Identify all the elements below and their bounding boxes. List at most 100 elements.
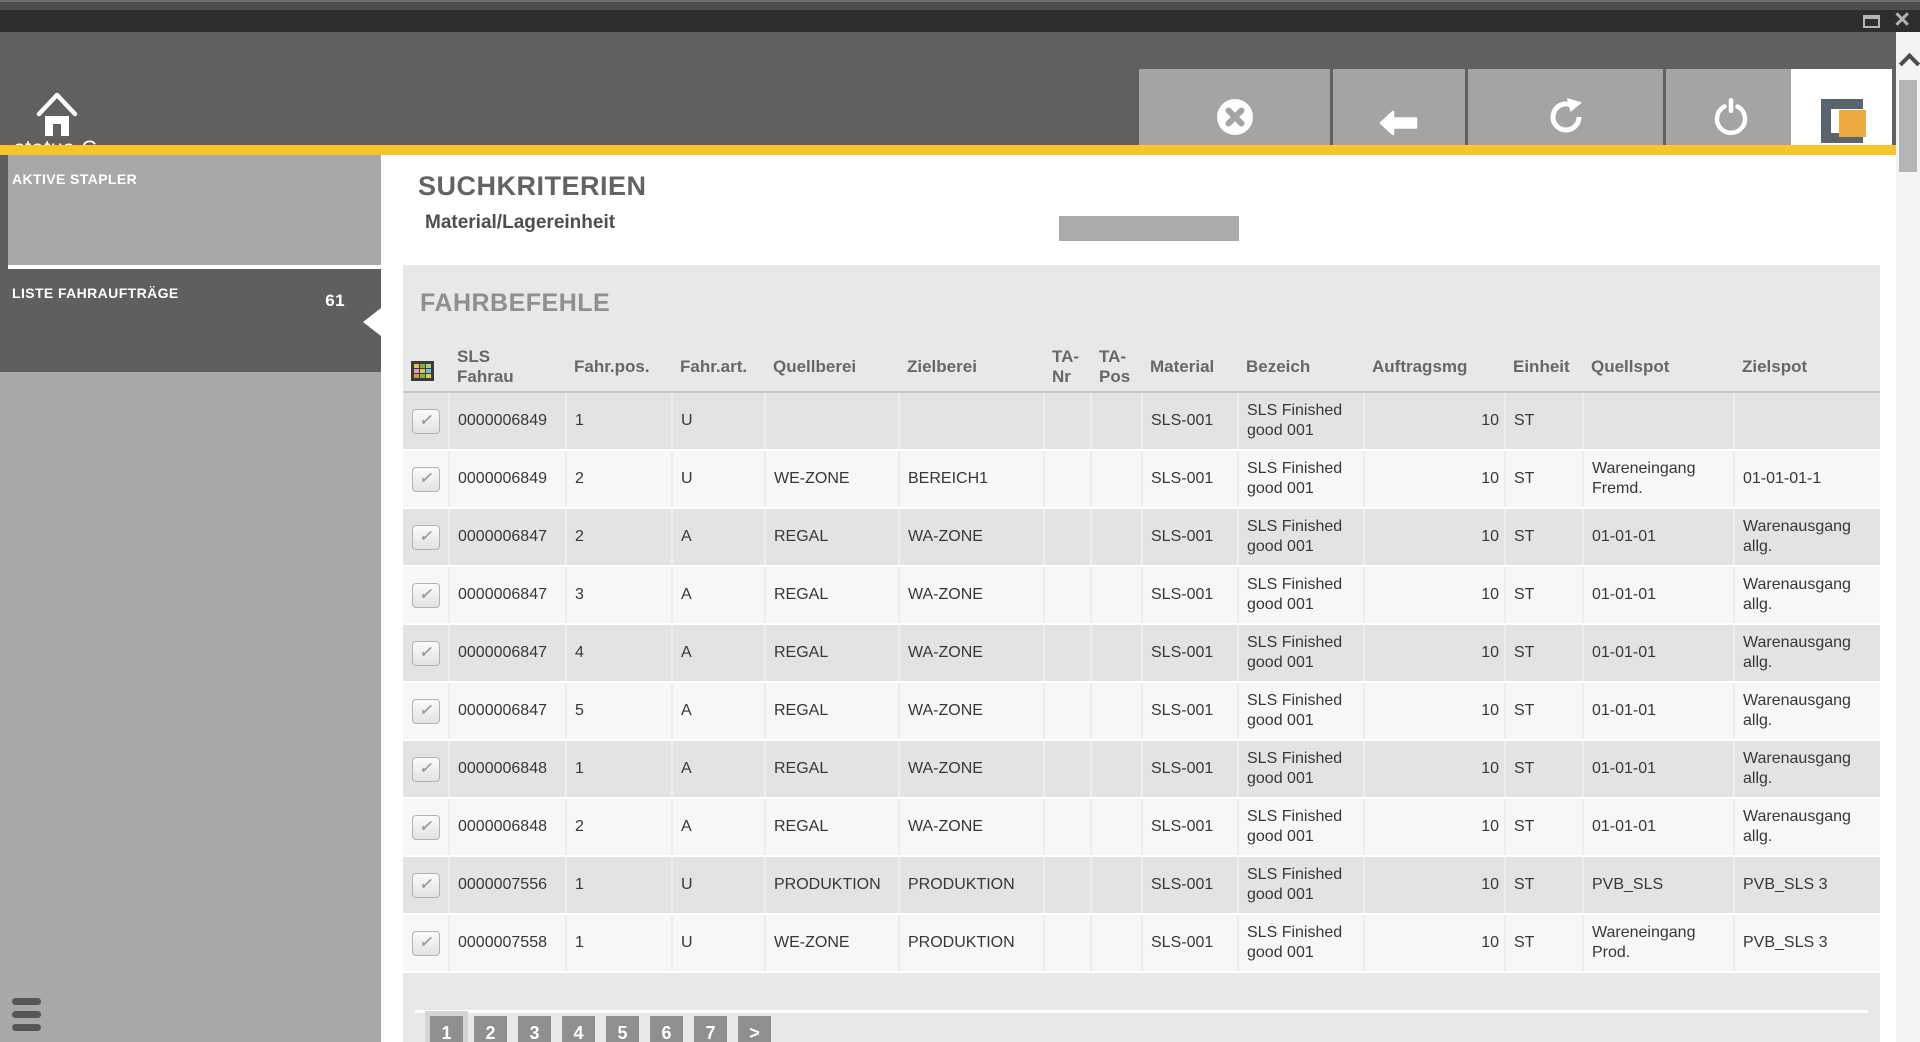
cell-ta-pos xyxy=(1091,392,1142,450)
cancel-circle-icon xyxy=(1216,98,1254,139)
cell-quellspot: 01-01-01 xyxy=(1583,566,1734,624)
cell-bezeich: SLS Finished good 001 xyxy=(1238,508,1364,566)
column-header-fahr-art: Fahr.art. xyxy=(672,343,765,392)
cell-ta-nr xyxy=(1044,798,1091,856)
checkbox-check-icon: ✓ xyxy=(419,469,432,489)
main-content: SUCHKRITERIEN Material/Lagereinheit FAHR… xyxy=(381,155,1896,1042)
cell-quellberei: REGAL xyxy=(765,740,899,798)
row-checkbox[interactable]: ✓ xyxy=(412,583,440,608)
cell-material: SLS-001 xyxy=(1142,624,1238,682)
table-row[interactable]: ✓00000068475AREGALWA-ZONESLS-001SLS Fini… xyxy=(403,682,1880,740)
cell-einheit: ST xyxy=(1505,856,1583,914)
row-checkbox[interactable]: ✓ xyxy=(412,699,440,724)
table-row[interactable]: ✓00000068482AREGALWA-ZONESLS-001SLS Fini… xyxy=(403,798,1880,856)
cell-zielspot: PVB_SLS 3 xyxy=(1734,856,1880,914)
orders-table-wrap: SLSFahrauFahr.pos.Fahr.art.QuellbereiZie… xyxy=(403,343,1880,973)
cell-select: ✓ xyxy=(403,798,449,856)
cell-fahr-pos: 2 xyxy=(566,798,672,856)
vertical-scrollbar[interactable] xyxy=(1896,32,1920,1042)
cell-auftragsmg: 10 xyxy=(1364,740,1505,798)
cell-bezeich: SLS Finished good 001 xyxy=(1238,798,1364,856)
row-checkbox[interactable]: ✓ xyxy=(412,409,440,434)
fahrbefehle-title: FAHRBEFEHLE xyxy=(420,289,610,318)
cell-auftragsmg: 10 xyxy=(1364,682,1505,740)
scroll-up-icon[interactable] xyxy=(1899,53,1920,74)
sidebar: AKTIVE STAPLER LISTE FAHRAUFTRÄGE61 xyxy=(0,155,381,1042)
table-row[interactable]: ✓00000068473AREGALWA-ZONESLS-001SLS Fini… xyxy=(403,566,1880,624)
row-checkbox[interactable]: ✓ xyxy=(412,467,440,492)
row-checkbox[interactable]: ✓ xyxy=(412,525,440,550)
row-checkbox[interactable]: ✓ xyxy=(412,931,440,956)
window-title-bar: × xyxy=(0,10,1920,32)
cell-sls-fahrau: 0000007558 xyxy=(449,914,566,972)
cell-zielberei: WA-ZONE xyxy=(899,740,1044,798)
cell-quellberei: PRODUKTION xyxy=(765,856,899,914)
cell-zielberei: PRODUKTION xyxy=(899,856,1044,914)
cell-auftragsmg: 10 xyxy=(1364,508,1505,566)
sidebar-item-liste-fahrauftraege[interactable]: LISTE FAHRAUFTRÄGE61 xyxy=(0,269,381,372)
window-top-strip xyxy=(0,0,1920,10)
cell-einheit: ST xyxy=(1505,682,1583,740)
search-criteria-title: SUCHKRITERIEN xyxy=(418,171,647,202)
table-row[interactable]: ✓00000068474AREGALWA-ZONESLS-001SLS Fini… xyxy=(403,624,1880,682)
cell-quellspot: 01-01-01 xyxy=(1583,508,1734,566)
row-checkbox[interactable]: ✓ xyxy=(412,815,440,840)
cell-quellberei: REGAL xyxy=(765,624,899,682)
table-row[interactable]: ✓00000068481AREGALWA-ZONESLS-001SLS Fini… xyxy=(403,740,1880,798)
cell-fahr-pos: 1 xyxy=(566,740,672,798)
row-checkbox[interactable]: ✓ xyxy=(412,757,440,782)
sidebar-item-label: AKTIVE STAPLER xyxy=(12,171,137,187)
cell-einheit: ST xyxy=(1505,624,1583,682)
cell-zielspot: Warenausgang allg. xyxy=(1734,508,1880,566)
row-checkbox[interactable]: ✓ xyxy=(412,641,440,666)
cell-fahr-pos: 2 xyxy=(566,450,672,508)
cell-fahr-pos: 2 xyxy=(566,508,672,566)
cell-material: SLS-001 xyxy=(1142,392,1238,450)
row-checkbox[interactable]: ✓ xyxy=(412,873,440,898)
cell-material: SLS-001 xyxy=(1142,740,1238,798)
hamburger-menu-icon[interactable] xyxy=(12,998,42,1037)
cell-auftragsmg: 10 xyxy=(1364,914,1505,972)
close-icon[interactable]: × xyxy=(1894,3,1910,35)
maximize-icon[interactable] xyxy=(1863,15,1880,28)
table-header-row: SLSFahrauFahr.pos.Fahr.art.QuellbereiZie… xyxy=(403,343,1880,392)
column-header-zielspot: Zielspot xyxy=(1734,343,1880,392)
cell-material: SLS-001 xyxy=(1142,798,1238,856)
cell-ta-pos xyxy=(1091,508,1142,566)
cell-quellberei: REGAL xyxy=(765,798,899,856)
table-row[interactable]: ✓00000068492UWE-ZONEBEREICH1SLS-001SLS F… xyxy=(403,450,1880,508)
table-row[interactable]: ✓00000068491USLS-001SLS Finished good 00… xyxy=(403,392,1880,450)
column-header-einheit: Einheit xyxy=(1505,343,1583,392)
page-button-5[interactable]: 5 xyxy=(606,1016,639,1042)
table-row[interactable]: ✓00000075581UWE-ZONEPRODUKTIONSLS-001SLS… xyxy=(403,914,1880,972)
page-button-1[interactable]: 1 xyxy=(430,1016,463,1042)
cell-fahr-pos: 1 xyxy=(566,392,672,450)
cell-ta-pos xyxy=(1091,856,1142,914)
home-icon[interactable] xyxy=(36,90,78,143)
cell-select: ✓ xyxy=(403,682,449,740)
cell-einheit: ST xyxy=(1505,740,1583,798)
page-button-4[interactable]: 4 xyxy=(562,1016,595,1042)
page-button-2[interactable]: 2 xyxy=(474,1016,507,1042)
material-lagereinheit-input[interactable] xyxy=(1059,216,1239,241)
table-row[interactable]: ✓00000068472AREGALWA-ZONESLS-001SLS Fini… xyxy=(403,508,1880,566)
page-button-7[interactable]: 7 xyxy=(694,1016,727,1042)
cell-bezeich: SLS Finished good 001 xyxy=(1238,682,1364,740)
cell-einheit: ST xyxy=(1505,566,1583,624)
cell-auftragsmg: 10 xyxy=(1364,856,1505,914)
scrollbar-thumb[interactable] xyxy=(1899,80,1917,172)
page-button-6[interactable]: 6 xyxy=(650,1016,683,1042)
cell-zielspot: 01-01-01-1 xyxy=(1734,450,1880,508)
pagination: 1234567 > xyxy=(430,1016,771,1042)
cell-material: SLS-001 xyxy=(1142,682,1238,740)
column-header-material: Material xyxy=(1142,343,1238,392)
cell-fahr-art: U xyxy=(672,914,765,972)
checkbox-check-icon: ✓ xyxy=(419,759,432,779)
checkbox-check-icon: ✓ xyxy=(419,585,432,605)
sidebar-item-aktive-stapler[interactable]: AKTIVE STAPLER xyxy=(0,155,381,265)
table-row[interactable]: ✓00000075561UPRODUKTIONPRODUKTIONSLS-001… xyxy=(403,856,1880,914)
page-button-next[interactable]: > xyxy=(738,1016,771,1042)
cell-material: SLS-001 xyxy=(1142,914,1238,972)
page-button-3[interactable]: 3 xyxy=(518,1016,551,1042)
cell-bezeich: SLS Finished good 001 xyxy=(1238,624,1364,682)
